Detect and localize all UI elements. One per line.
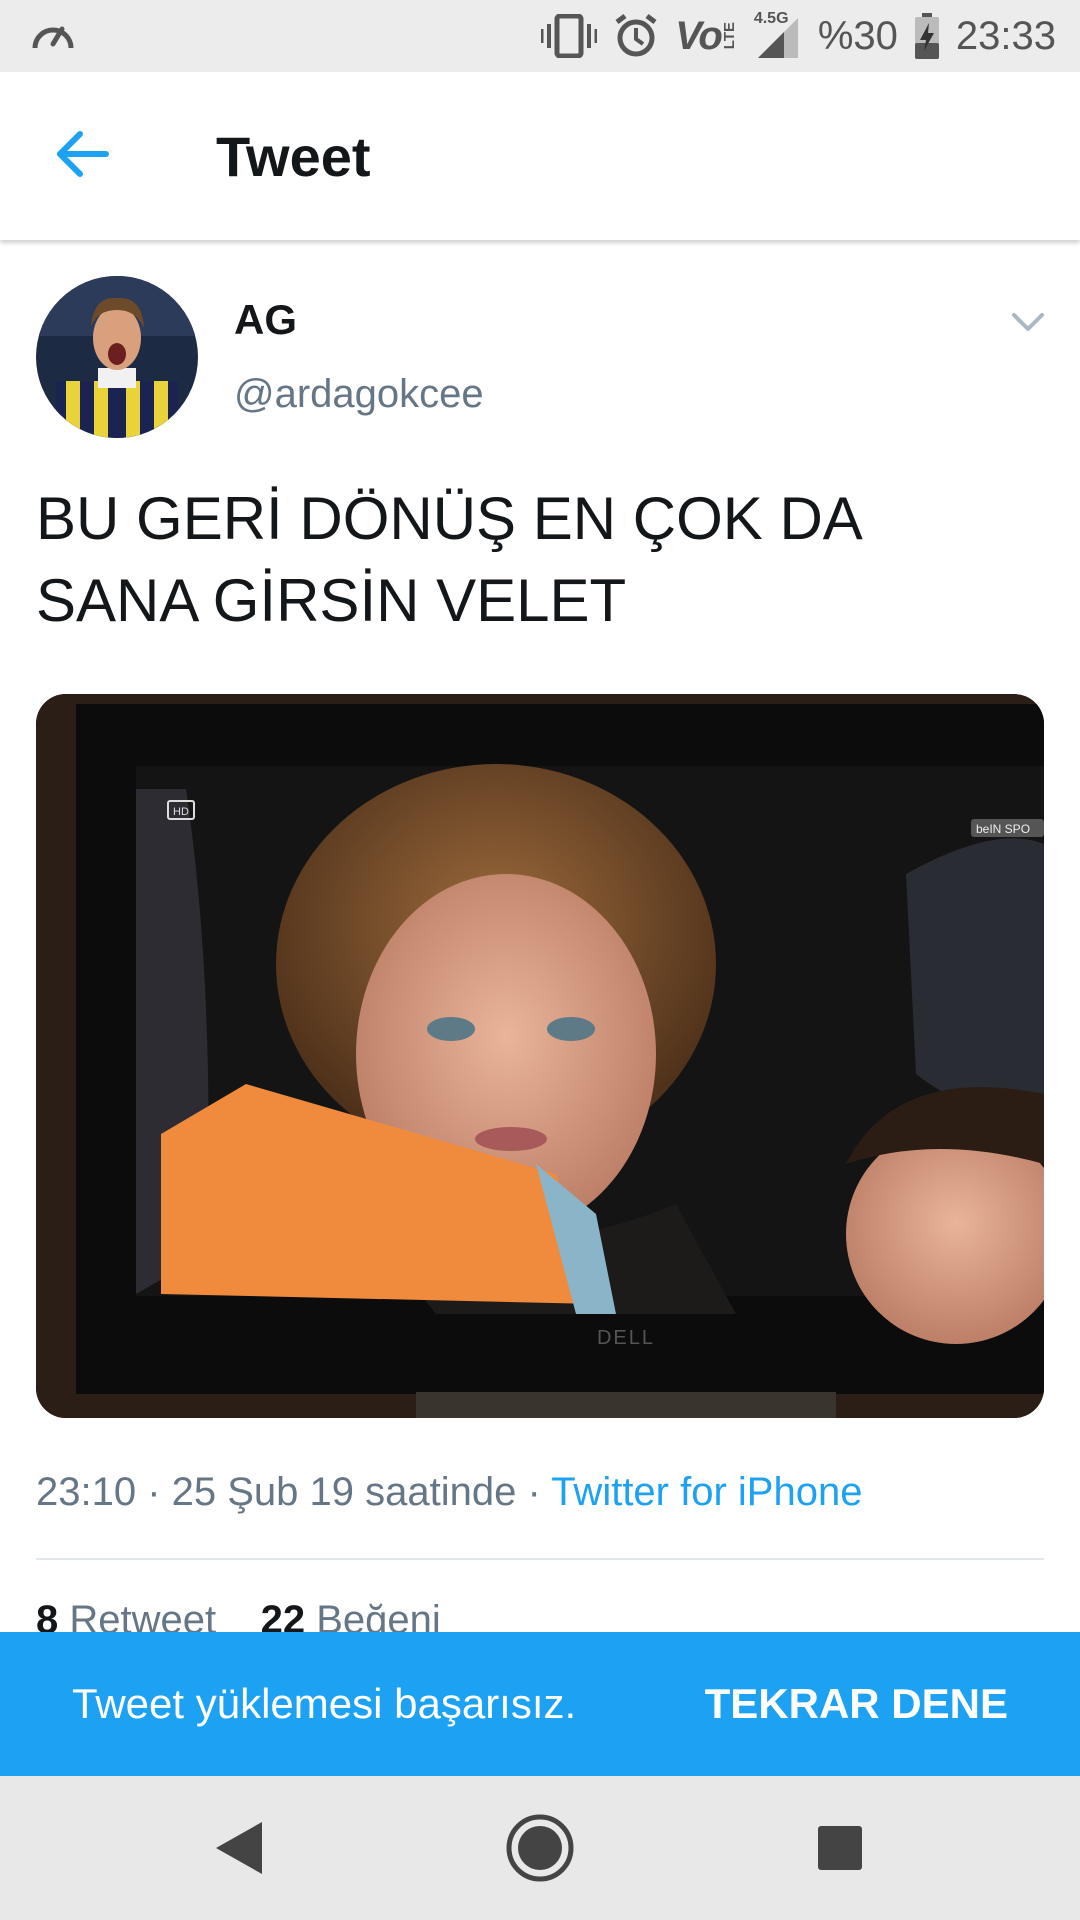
battery-percent: %30 (817, 13, 898, 58)
tweet-source-link[interactable]: Twitter for iPhone (551, 1470, 862, 1514)
chevron-down-icon[interactable] (1010, 304, 1046, 340)
avatar[interactable] (36, 276, 198, 438)
system-nav-bar (0, 1776, 1080, 1920)
nav-recents-icon[interactable] (804, 1812, 876, 1884)
user-handle[interactable]: @ardagokcee (234, 372, 484, 417)
speedometer-icon (30, 14, 76, 58)
lte-label: LTE (720, 22, 738, 50)
alarm-icon (613, 14, 659, 58)
snackbar: Tweet yüklemesi başarısız. TEKRAR DENE (0, 1632, 1080, 1776)
tweet-timestamp: 23:10 · 25 Şub 19 saatinde · (36, 1470, 552, 1514)
tweet-metadata: 23:10 · 25 Şub 19 saatinde · Twitter for… (36, 1470, 862, 1515)
divider (36, 1558, 1044, 1560)
tweet-text-line: SANA GİRSİN VELET (36, 567, 627, 634)
app-header: Tweet (0, 72, 1080, 240)
status-bar: Vo LTE 4.5G %30 23:33 (0, 0, 1080, 72)
page-title: Tweet (216, 125, 371, 188)
signal-icon: 4.5G (754, 10, 802, 58)
battery-charging-icon (914, 13, 940, 59)
vibrate-icon (541, 14, 598, 58)
hd-badge: HD (173, 806, 189, 818)
nav-home-icon[interactable] (504, 1812, 576, 1884)
tweet-text: BU GERİ DÖNÜŞ EN ÇOK DA SANA GİRSİN VELE… (36, 478, 1036, 642)
display-name[interactable]: AG (234, 296, 297, 344)
network-label: Vo (675, 13, 723, 58)
snackbar-message: Tweet yüklemesi başarısız. (72, 1680, 577, 1727)
volte-icon: Vo LTE (675, 14, 738, 59)
retry-button[interactable]: TEKRAR DENE (705, 1680, 1008, 1728)
tweet-media-photo[interactable]: HD beIN SPO DELL (36, 694, 1044, 1418)
tv-brand-logo: DELL (597, 1327, 655, 1349)
channel-logo: beIN SPO (976, 822, 1030, 836)
nav-back-icon[interactable] (204, 1812, 276, 1884)
tweet-text-line: BU GERİ DÖNÜŞ EN ÇOK DA (36, 485, 863, 552)
network-gen-label: 4.5G (753, 10, 789, 27)
back-arrow-icon[interactable] (52, 124, 112, 184)
clock: 23:33 (955, 13, 1056, 58)
